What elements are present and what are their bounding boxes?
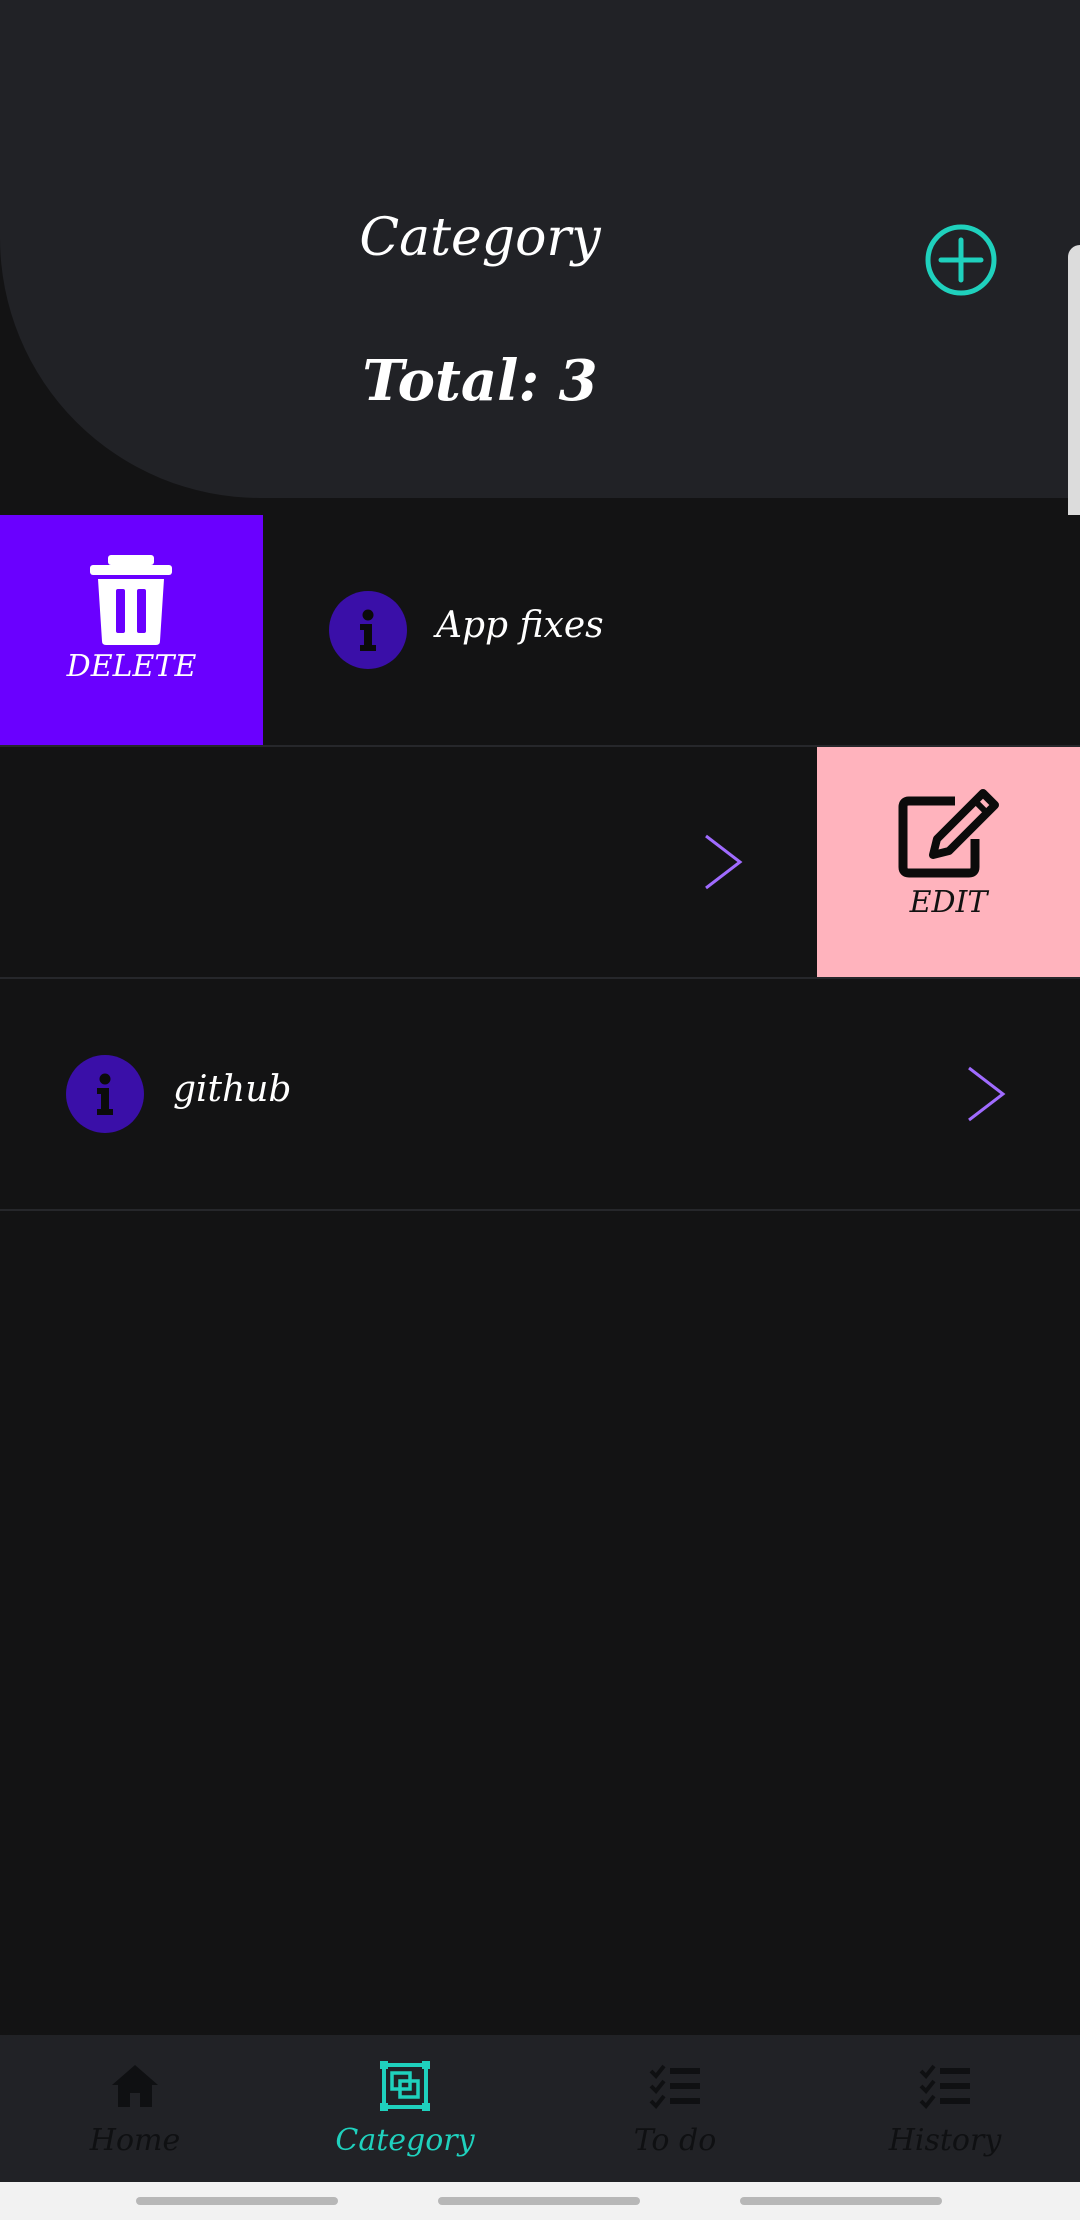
checklist-icon	[649, 2064, 700, 2109]
page-title: Category	[359, 208, 601, 268]
header-panel: Category Total: 3	[0, 0, 1080, 498]
delete-label: DELETE	[66, 649, 197, 684]
nav-label: Home	[89, 2123, 181, 2158]
system-gesture-pill[interactable]	[136, 2197, 338, 2205]
edit-button[interactable]: EDIT	[817, 747, 1080, 977]
nav-item-category[interactable]: Category	[270, 2035, 540, 2182]
nav-item-todo[interactable]: To do	[540, 2035, 810, 2182]
system-navigation-bar	[0, 2182, 1080, 2220]
system-gesture-pill[interactable]	[438, 2197, 640, 2205]
nav-item-history[interactable]: History	[810, 2035, 1080, 2182]
list-item[interactable]: github	[0, 979, 1080, 1211]
total-count: Total: 3	[362, 348, 598, 414]
bottom-navigation: Home Category To do History	[0, 2035, 1080, 2182]
checklist-icon	[919, 2064, 970, 2109]
category-name: App fixes	[436, 605, 604, 646]
plus-circle-icon	[925, 224, 997, 296]
edit-icon	[898, 789, 999, 878]
category-icon	[380, 2061, 430, 2111]
trash-icon	[90, 555, 172, 645]
info-icon	[329, 591, 407, 669]
edit-label: EDIT	[909, 885, 988, 920]
nav-label: History	[888, 2123, 1002, 2158]
nav-item-home[interactable]: Home	[0, 2035, 270, 2182]
nav-label: To do	[633, 2123, 717, 2158]
info-icon	[66, 1055, 144, 1133]
category-name: github	[173, 1069, 292, 1110]
nav-label: Category	[335, 2123, 475, 2158]
chevron-right-icon[interactable]	[702, 832, 746, 892]
system-gesture-pill[interactable]	[740, 2197, 942, 2205]
list-item[interactable]: EDIT	[0, 747, 1080, 979]
list-item[interactable]: DELETE App fixes	[0, 515, 1080, 747]
add-category-button[interactable]	[923, 222, 999, 298]
home-icon	[112, 2065, 158, 2107]
category-screen: Category Total: 3 DELETE App fixes EDIT …	[0, 0, 1080, 2220]
delete-button[interactable]: DELETE	[0, 515, 263, 745]
chevron-right-icon[interactable]	[965, 1064, 1009, 1124]
